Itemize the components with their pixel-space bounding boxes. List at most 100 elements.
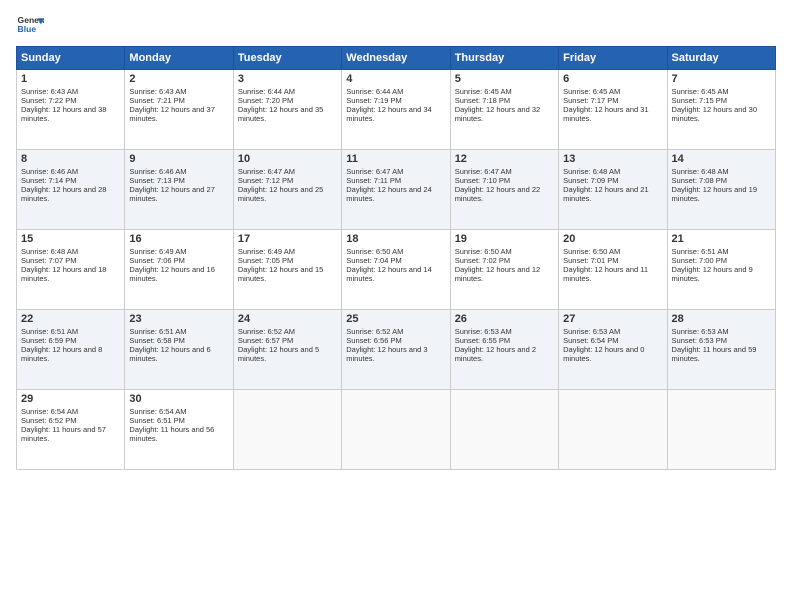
daylight-label: Daylight: 12 hours and 38 minutes. — [21, 105, 106, 123]
sunrise-label: Sunrise: 6:50 AM — [563, 247, 620, 256]
sunset-label: Sunset: 7:08 PM — [672, 176, 727, 185]
sunrise-label: Sunrise: 6:47 AM — [346, 167, 403, 176]
sunset-label: Sunset: 7:17 PM — [563, 96, 618, 105]
day-number: 20 — [563, 233, 662, 245]
calendar-cell: 12 Sunrise: 6:47 AM Sunset: 7:10 PM Dayl… — [450, 150, 558, 230]
daylight-label: Daylight: 12 hours and 8 minutes. — [21, 345, 102, 363]
sunrise-label: Sunrise: 6:54 AM — [21, 407, 78, 416]
sunrise-label: Sunrise: 6:52 AM — [238, 327, 295, 336]
calendar-cell: 20 Sunrise: 6:50 AM Sunset: 7:01 PM Dayl… — [559, 230, 667, 310]
calendar-cell: 22 Sunrise: 6:51 AM Sunset: 6:59 PM Dayl… — [17, 310, 125, 390]
daylight-label: Daylight: 12 hours and 24 minutes. — [346, 185, 431, 203]
calendar-cell: 21 Sunrise: 6:51 AM Sunset: 7:00 PM Dayl… — [667, 230, 775, 310]
daylight-label: Daylight: 12 hours and 25 minutes. — [238, 185, 323, 203]
calendar-cell: 1 Sunrise: 6:43 AM Sunset: 7:22 PM Dayli… — [17, 70, 125, 150]
sunrise-label: Sunrise: 6:49 AM — [238, 247, 295, 256]
calendar-cell: 3 Sunrise: 6:44 AM Sunset: 7:20 PM Dayli… — [233, 70, 341, 150]
day-number: 6 — [563, 73, 662, 85]
sunrise-label: Sunrise: 6:54 AM — [129, 407, 186, 416]
sunset-label: Sunset: 7:09 PM — [563, 176, 618, 185]
daylight-label: Daylight: 12 hours and 3 minutes. — [346, 345, 427, 363]
daylight-label: Daylight: 12 hours and 16 minutes. — [129, 265, 214, 283]
day-number: 17 — [238, 233, 337, 245]
daylight-label: Daylight: 12 hours and 34 minutes. — [346, 105, 431, 123]
calendar-cell: 4 Sunrise: 6:44 AM Sunset: 7:19 PM Dayli… — [342, 70, 450, 150]
day-number: 28 — [672, 313, 771, 325]
sunrise-label: Sunrise: 6:53 AM — [455, 327, 512, 336]
sunrise-label: Sunrise: 6:51 AM — [21, 327, 78, 336]
calendar-cell: 19 Sunrise: 6:50 AM Sunset: 7:02 PM Dayl… — [450, 230, 558, 310]
sunset-label: Sunset: 6:53 PM — [672, 336, 727, 345]
calendar-week-3: 15 Sunrise: 6:48 AM Sunset: 7:07 PM Dayl… — [17, 230, 776, 310]
daylight-label: Daylight: 12 hours and 31 minutes. — [563, 105, 648, 123]
calendar-cell — [559, 390, 667, 470]
sunrise-label: Sunrise: 6:47 AM — [238, 167, 295, 176]
day-number: 4 — [346, 73, 445, 85]
logo-icon: General Blue — [16, 12, 44, 40]
day-number: 15 — [21, 233, 120, 245]
col-header-sunday: Sunday — [17, 47, 125, 70]
sunset-label: Sunset: 7:05 PM — [238, 256, 293, 265]
day-number: 27 — [563, 313, 662, 325]
daylight-label: Daylight: 11 hours and 56 minutes. — [129, 425, 214, 443]
daylight-label: Daylight: 12 hours and 27 minutes. — [129, 185, 214, 203]
col-header-tuesday: Tuesday — [233, 47, 341, 70]
sunrise-label: Sunrise: 6:50 AM — [455, 247, 512, 256]
daylight-label: Daylight: 12 hours and 14 minutes. — [346, 265, 431, 283]
sunset-label: Sunset: 6:54 PM — [563, 336, 618, 345]
sunset-label: Sunset: 6:56 PM — [346, 336, 401, 345]
sunset-label: Sunset: 7:19 PM — [346, 96, 401, 105]
day-number: 13 — [563, 153, 662, 165]
day-number: 5 — [455, 73, 554, 85]
calendar-page: General Blue SundayMondayTuesdayWednesda… — [0, 0, 792, 612]
calendar-cell: 2 Sunrise: 6:43 AM Sunset: 7:21 PM Dayli… — [125, 70, 233, 150]
calendar-cell: 26 Sunrise: 6:53 AM Sunset: 6:55 PM Dayl… — [450, 310, 558, 390]
calendar-week-1: 1 Sunrise: 6:43 AM Sunset: 7:22 PM Dayli… — [17, 70, 776, 150]
calendar-cell: 16 Sunrise: 6:49 AM Sunset: 7:06 PM Dayl… — [125, 230, 233, 310]
col-header-wednesday: Wednesday — [342, 47, 450, 70]
sunset-label: Sunset: 7:15 PM — [672, 96, 727, 105]
sunrise-label: Sunrise: 6:48 AM — [21, 247, 78, 256]
sunrise-label: Sunrise: 6:48 AM — [563, 167, 620, 176]
calendar-cell: 6 Sunrise: 6:45 AM Sunset: 7:17 PM Dayli… — [559, 70, 667, 150]
page-header: General Blue — [16, 12, 776, 40]
daylight-label: Daylight: 12 hours and 30 minutes. — [672, 105, 757, 123]
col-header-saturday: Saturday — [667, 47, 775, 70]
calendar-cell: 18 Sunrise: 6:50 AM Sunset: 7:04 PM Dayl… — [342, 230, 450, 310]
sunset-label: Sunset: 6:59 PM — [21, 336, 76, 345]
daylight-label: Daylight: 11 hours and 59 minutes. — [672, 345, 757, 363]
calendar-cell: 7 Sunrise: 6:45 AM Sunset: 7:15 PM Dayli… — [667, 70, 775, 150]
sunset-label: Sunset: 6:55 PM — [455, 336, 510, 345]
sunrise-label: Sunrise: 6:45 AM — [455, 87, 512, 96]
daylight-label: Daylight: 12 hours and 18 minutes. — [21, 265, 106, 283]
calendar-cell: 17 Sunrise: 6:49 AM Sunset: 7:05 PM Dayl… — [233, 230, 341, 310]
day-number: 14 — [672, 153, 771, 165]
daylight-label: Daylight: 12 hours and 2 minutes. — [455, 345, 536, 363]
calendar-cell: 10 Sunrise: 6:47 AM Sunset: 7:12 PM Dayl… — [233, 150, 341, 230]
sunset-label: Sunset: 7:18 PM — [455, 96, 510, 105]
day-number: 22 — [21, 313, 120, 325]
calendar-week-4: 22 Sunrise: 6:51 AM Sunset: 6:59 PM Dayl… — [17, 310, 776, 390]
sunrise-label: Sunrise: 6:53 AM — [672, 327, 729, 336]
daylight-label: Daylight: 12 hours and 9 minutes. — [672, 265, 753, 283]
daylight-label: Daylight: 11 hours and 57 minutes. — [21, 425, 106, 443]
day-number: 10 — [238, 153, 337, 165]
day-number: 18 — [346, 233, 445, 245]
daylight-label: Daylight: 12 hours and 28 minutes. — [21, 185, 106, 203]
calendar-cell: 8 Sunrise: 6:46 AM Sunset: 7:14 PM Dayli… — [17, 150, 125, 230]
day-number: 26 — [455, 313, 554, 325]
calendar-cell: 13 Sunrise: 6:48 AM Sunset: 7:09 PM Dayl… — [559, 150, 667, 230]
calendar-week-5: 29 Sunrise: 6:54 AM Sunset: 6:52 PM Dayl… — [17, 390, 776, 470]
calendar-cell: 29 Sunrise: 6:54 AM Sunset: 6:52 PM Dayl… — [17, 390, 125, 470]
sunrise-label: Sunrise: 6:48 AM — [672, 167, 729, 176]
day-number: 30 — [129, 393, 228, 405]
calendar-cell — [342, 390, 450, 470]
sunset-label: Sunset: 6:51 PM — [129, 416, 184, 425]
col-header-friday: Friday — [559, 47, 667, 70]
sunset-label: Sunset: 7:14 PM — [21, 176, 76, 185]
sunset-label: Sunset: 6:52 PM — [21, 416, 76, 425]
day-number: 12 — [455, 153, 554, 165]
calendar-cell: 30 Sunrise: 6:54 AM Sunset: 6:51 PM Dayl… — [125, 390, 233, 470]
daylight-label: Daylight: 12 hours and 11 minutes. — [563, 265, 648, 283]
sunset-label: Sunset: 7:02 PM — [455, 256, 510, 265]
